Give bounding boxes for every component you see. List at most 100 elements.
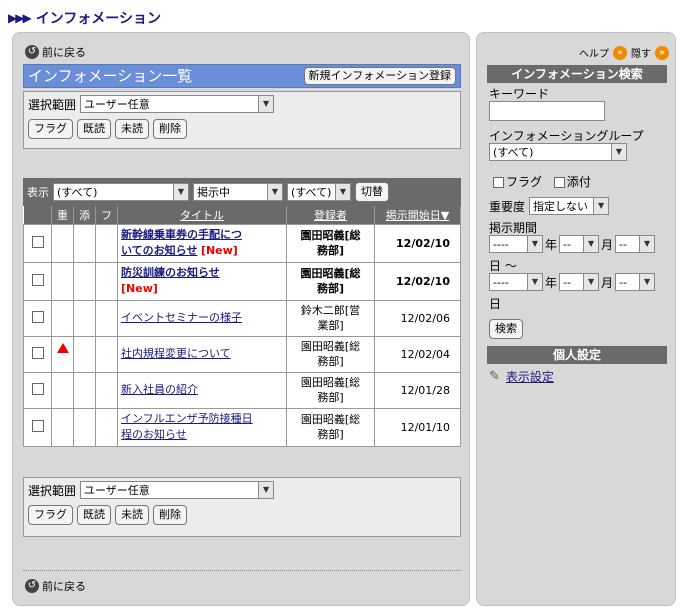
chevron-down-icon: ▼ (173, 184, 188, 200)
registrant-cell: 園田昭義[総 務部] (286, 261, 375, 301)
help-link[interactable]: ヘルプ (579, 45, 609, 60)
to-month-select[interactable]: -- ▼ (559, 273, 600, 291)
info-title-link[interactable]: 社内規程変更について (121, 347, 231, 360)
row-checkbox[interactable] (31, 346, 44, 359)
year-value: ---- (493, 237, 509, 251)
info-title-link[interactable]: 防災訓練のお知らせ (121, 266, 220, 279)
user-line2: 務部] (316, 244, 345, 257)
keyword-input[interactable] (489, 101, 605, 121)
from-month-select[interactable]: -- ▼ (559, 235, 600, 253)
list-title: インフォメーション一覧 (28, 67, 193, 85)
user-line2: 務部] (316, 282, 345, 295)
scope-value: ユーザー任意 (84, 484, 150, 497)
category-filter-value: (すべて) (57, 186, 98, 199)
info-list-panel: ↺ 前に戻る インフォメーション一覧 新規インフォメーション登録 選択範囲 ユー… (12, 32, 470, 606)
flag-checkbox[interactable] (493, 177, 504, 188)
delete-button-top[interactable]: 削除 (153, 119, 187, 139)
back-link-bottom[interactable]: ↺ 前に戻る (25, 578, 86, 594)
row-checkbox[interactable] (31, 419, 44, 432)
category-filter[interactable]: (すべて) ▼ (53, 183, 189, 201)
help-arrow-icon[interactable]: » (613, 45, 627, 60)
sort-date-link[interactable]: 掲示開始日▼ (386, 209, 449, 222)
flag-button-bottom[interactable]: フラグ (28, 505, 73, 525)
importance-cell (51, 335, 74, 373)
read-button-top[interactable]: 既読 (77, 119, 111, 139)
switch-button[interactable]: 切替 (355, 182, 389, 202)
back-arrow-icon: ↺ (25, 579, 39, 593)
period-to-row: ---- ▼ 年 -- ▼ 月 -- ▼ (489, 273, 656, 291)
date-cell: 12/01/28 (374, 371, 461, 409)
period-from-row: ---- ▼ 年 -- ▼ 月 -- ▼ (489, 235, 656, 253)
back-link-top[interactable]: ↺ 前に戻る (25, 44, 86, 60)
pencil-icon: ✎ (489, 369, 500, 384)
status-filter[interactable]: 掲示中 ▼ (193, 183, 283, 201)
col-importance: 重 (51, 206, 74, 224)
user-line1: 園田昭義[総 (300, 267, 361, 280)
row-checkbox[interactable] (31, 273, 44, 286)
attach-checkbox[interactable] (553, 177, 565, 188)
user-line2: 務部] (317, 391, 344, 404)
back-arrow-icon: ↺ (25, 45, 39, 59)
user-line1: 園田昭義[総 (300, 340, 361, 353)
title-cell: 社内規程変更について (117, 335, 287, 373)
col-title[interactable]: タイトル (117, 206, 287, 224)
new-badge: [New] (121, 282, 158, 295)
info-title-link[interactable]: インフルエンザ予防接種日 程のお知らせ (121, 412, 253, 441)
group-filter[interactable]: (すべて) ▼ (287, 183, 351, 201)
sort-registrant-link[interactable]: 登録者 (314, 209, 347, 222)
group-value: (すべて) (493, 146, 534, 159)
importance-cell (51, 407, 74, 447)
delete-button-bottom[interactable]: 削除 (153, 505, 187, 525)
group-select[interactable]: (すべて) ▼ (489, 143, 627, 161)
to-day-select[interactable]: -- ▼ (615, 273, 656, 291)
col-start-date[interactable]: 掲示開始日▼ (374, 206, 461, 224)
importance-cell (51, 299, 74, 337)
table-header-row: 重 添 フ タイトル 登録者 掲示開始日▼ (23, 206, 461, 224)
search-button[interactable]: 検索 (489, 319, 523, 339)
attachment-cell (73, 261, 96, 301)
from-year-select[interactable]: ---- ▼ (489, 235, 543, 253)
chevron-down-icon: ▼ (583, 274, 599, 290)
row-checkbox[interactable] (31, 382, 44, 395)
hide-arrow-icon[interactable]: » (655, 45, 669, 60)
flag-button-top[interactable]: フラグ (28, 119, 73, 139)
unread-button-bottom[interactable]: 未読 (115, 505, 149, 525)
personal-settings-title: 個人設定 (487, 346, 667, 364)
from-day-select[interactable]: -- ▼ (615, 235, 656, 253)
col-registrant[interactable]: 登録者 (286, 206, 375, 224)
importance-select[interactable]: 指定しない ▼ (529, 197, 610, 215)
col-checkbox (23, 206, 52, 224)
title-cell: イベントセミナーの様子 (117, 299, 287, 337)
title-cell: 新入社員の紹介 (117, 371, 287, 409)
registrant-cell: 鈴木二郎[営 業部] (286, 299, 375, 337)
info-title-link[interactable]: 新入社員の紹介 (121, 383, 198, 396)
unread-button-top[interactable]: 未読 (115, 119, 149, 139)
to-year-select[interactable]: ---- ▼ (489, 273, 543, 291)
row-checkbox[interactable] (31, 310, 44, 323)
chevron-down-icon: ▼ (258, 482, 274, 498)
info-title-link[interactable]: イベントセミナーの様子 (121, 311, 242, 324)
read-button-bottom[interactable]: 既読 (77, 505, 111, 525)
attachment-cell (73, 223, 96, 263)
scope-select-top[interactable]: ユーザー任意 ▼ (80, 95, 275, 113)
new-info-button[interactable]: 新規インフォメーション登録 (303, 67, 456, 85)
help-bar: ヘルプ » 隠す » (579, 45, 669, 60)
title-line1: 新幹線乗車券の手配につ (121, 228, 242, 241)
importance-label: 重要度 (489, 199, 526, 214)
attachment-cell (73, 335, 96, 373)
sort-title-link[interactable]: タイトル (180, 209, 224, 222)
triple-arrow-icon: ▶▶▶ (8, 11, 32, 25)
scope-select-bottom[interactable]: ユーザー任意 ▼ (80, 481, 275, 499)
flag-cell (95, 335, 118, 373)
importance-cell (51, 371, 74, 409)
chevron-down-icon: ▼ (267, 184, 282, 200)
day-suffix-end: 日 (489, 297, 502, 311)
importance-value: 指定しない (533, 200, 589, 213)
row-checkbox[interactable] (31, 235, 44, 248)
hide-link[interactable]: 隠す (631, 45, 651, 60)
display-settings-link[interactable]: 表示設定 (506, 368, 554, 385)
period-label: 掲示期間 (489, 221, 538, 235)
chevron-down-icon: ▼ (593, 198, 609, 214)
flag-check-label: フラグ (506, 175, 543, 189)
search-section-title: インフォメーション検索 (487, 65, 667, 83)
